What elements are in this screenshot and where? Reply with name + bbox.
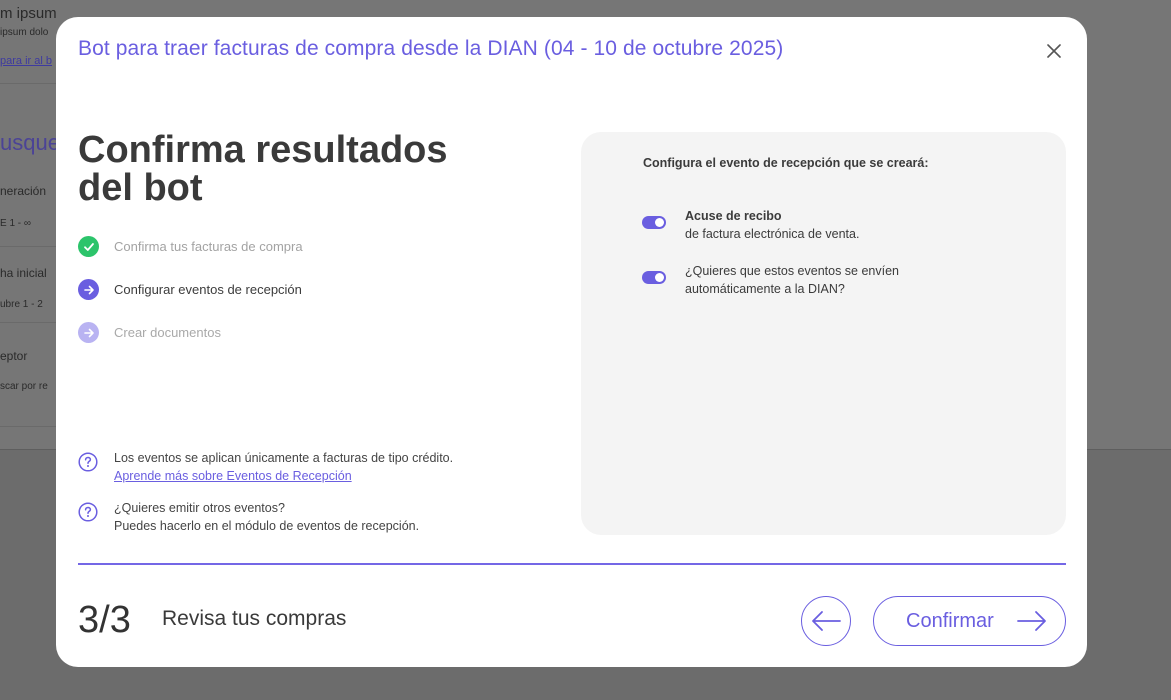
events-config-panel: Configura el evento de recepción que se … bbox=[581, 132, 1066, 535]
bg-link: para ir al b bbox=[0, 55, 52, 67]
bg-text: ipsum dolo bbox=[0, 27, 49, 38]
step-counter: 3/3 bbox=[78, 599, 131, 641]
bg-text: E 1 - ∞ bbox=[0, 218, 32, 229]
learn-more-link[interactable]: Aprende más sobre Eventos de Recepción bbox=[114, 469, 352, 483]
confirm-label: Confirmar bbox=[906, 609, 994, 632]
toggle-sublabel: automáticamente a la DIAN? bbox=[685, 282, 845, 296]
panel-title: Configura el evento de recepción que se … bbox=[643, 156, 929, 170]
arrow-right-icon bbox=[78, 322, 99, 343]
step-item-create-documents: Crear documentos bbox=[78, 322, 221, 343]
step-label: Configurar eventos de recepción bbox=[114, 282, 302, 297]
back-button[interactable] bbox=[801, 596, 851, 646]
footer-divider bbox=[78, 563, 1066, 565]
bg-text: ha inicial bbox=[0, 266, 47, 280]
bot-modal: Bot para traer facturas de compra desde … bbox=[56, 17, 1087, 667]
info-text: Puedes hacerlo en el módulo de eventos d… bbox=[114, 519, 420, 533]
help-circle-icon bbox=[78, 502, 98, 522]
info-other-events: ¿Quieres emitir otros eventos? Puedes ha… bbox=[78, 499, 419, 535]
toggle-label: Acuse de recibo bbox=[685, 209, 782, 223]
toggle-row-acuse-recibo: Acuse de recibo de factura electrónica d… bbox=[642, 207, 859, 243]
footer-step-label: Revisa tus compras bbox=[162, 607, 347, 630]
bg-text: ubre 1 - 2 bbox=[0, 299, 43, 310]
step-label: Confirma tus facturas de compra bbox=[114, 239, 303, 254]
arrow-right-icon bbox=[78, 279, 99, 300]
toggle-row-auto-send: ¿Quieres que estos eventos se envíen aut… bbox=[642, 262, 899, 298]
toggle-sublabel: de factura electrónica de venta. bbox=[685, 227, 860, 241]
info-text: ¿Quieres emitir otros eventos? bbox=[114, 501, 285, 515]
bg-text: scar por re bbox=[0, 381, 48, 392]
auto-send-toggle[interactable] bbox=[642, 271, 666, 284]
close-icon bbox=[1047, 44, 1061, 58]
bg-text: eptor bbox=[0, 349, 28, 363]
modal-title: Bot para traer facturas de compra desde … bbox=[78, 37, 784, 60]
info-credit-invoices: Los eventos se aplican únicamente a fact… bbox=[78, 449, 453, 485]
check-icon bbox=[78, 236, 99, 257]
step-item-confirm-invoices: Confirma tus facturas de compra bbox=[78, 236, 303, 257]
bg-text: m ipsum bbox=[0, 5, 57, 22]
close-button[interactable] bbox=[1042, 39, 1066, 63]
step-item-configure-events: Configurar eventos de recepción bbox=[78, 279, 302, 300]
help-circle-icon bbox=[78, 452, 98, 472]
arrow-right-icon bbox=[1017, 611, 1046, 631]
bg-text: neración bbox=[0, 184, 47, 198]
bg-heading: usque bbox=[0, 130, 60, 155]
toggle-label: ¿Quieres que estos eventos se envíen bbox=[685, 264, 900, 278]
page-heading: Confirma resultados del bot bbox=[78, 129, 448, 209]
acuse-recibo-toggle[interactable] bbox=[642, 216, 666, 229]
confirm-button[interactable]: Confirmar bbox=[873, 596, 1066, 646]
step-label: Crear documentos bbox=[114, 325, 221, 340]
arrow-left-icon bbox=[812, 611, 841, 631]
info-text: Los eventos se aplican únicamente a fact… bbox=[114, 451, 454, 465]
